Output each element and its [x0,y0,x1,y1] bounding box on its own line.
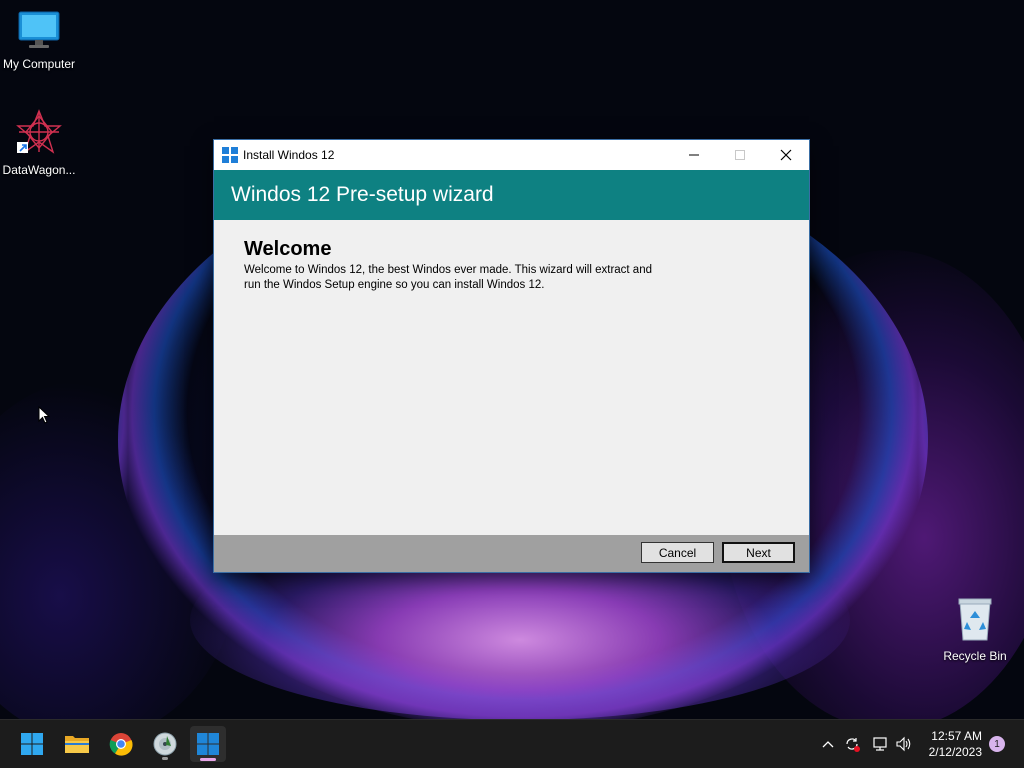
monitor-icon [0,10,78,53]
close-icon [780,149,792,161]
clock-date: 2/12/2023 [928,745,982,759]
desktop-icon-my-computer[interactable]: My Computer [0,10,78,71]
mouse-cursor-icon [38,405,51,429]
recycle-bin-icon [936,596,1014,645]
next-button[interactable]: Next [722,542,795,563]
taskbar-clock[interactable]: 12:57 AM 2/12/2023 [929,728,982,760]
star-burst-icon [0,108,78,159]
disc-app-icon [153,732,177,756]
desktop-icon-datawagon[interactable]: DataWagon... [0,108,78,177]
show-hidden-icons-button[interactable] [818,720,838,768]
welcome-text: Welcome to Windos 12, the best Windos ev… [244,264,652,291]
network-button[interactable] [870,720,890,768]
windos-logo-icon [222,147,238,163]
install-dialog: Install Windos 12 Windos 12 Pre-setup wi… [214,140,809,572]
desktop-icon-label: DataWagon... [2,163,76,177]
close-button[interactable] [763,140,809,170]
desktop-icon-recycle-bin[interactable]: Recycle Bin [936,596,1014,663]
maximize-icon [735,150,745,160]
taskbar-windos-setup[interactable] [190,726,226,762]
file-explorer-icon [65,736,89,753]
sync-icon [846,738,860,752]
desktop-icon-label: Recycle Bin [943,649,1007,663]
taskbar-file-explorer[interactable] [59,726,95,762]
cancel-button[interactable]: Cancel [641,542,714,563]
network-icon [873,737,887,751]
volume-button[interactable] [894,720,914,768]
taskbar-chrome[interactable] [103,726,139,762]
wizard-footer: Cancel Next [214,535,809,572]
wizard-header: Windos 12 Pre-setup wizard [214,170,809,220]
taskbar: 12:57 AM 2/12/2023 1 [0,719,1024,768]
clock-time: 12:57 AM [931,729,982,743]
notification-badge[interactable]: 1 [989,736,1005,752]
chrome-icon [109,733,133,756]
minimize-button[interactable] [671,140,717,170]
minimize-icon [689,154,699,156]
wizard-content: Welcome Welcome to Windos 12, the best W… [214,220,809,535]
desktop-icon-label: My Computer [2,57,76,71]
page-title: Welcome [244,238,332,260]
volume-icon [896,736,911,752]
start-button[interactable] [14,726,50,762]
dialog-title: Install Windos 12 [243,148,335,162]
start-icon [21,733,43,755]
chevron-up-icon [822,741,834,748]
dialog-titlebar[interactable]: Install Windos 12 [214,140,809,170]
taskbar-disc-app[interactable] [147,726,183,762]
maximize-button [717,140,763,170]
sync-status-button[interactable] [842,720,862,768]
windos-setup-icon [197,733,219,755]
